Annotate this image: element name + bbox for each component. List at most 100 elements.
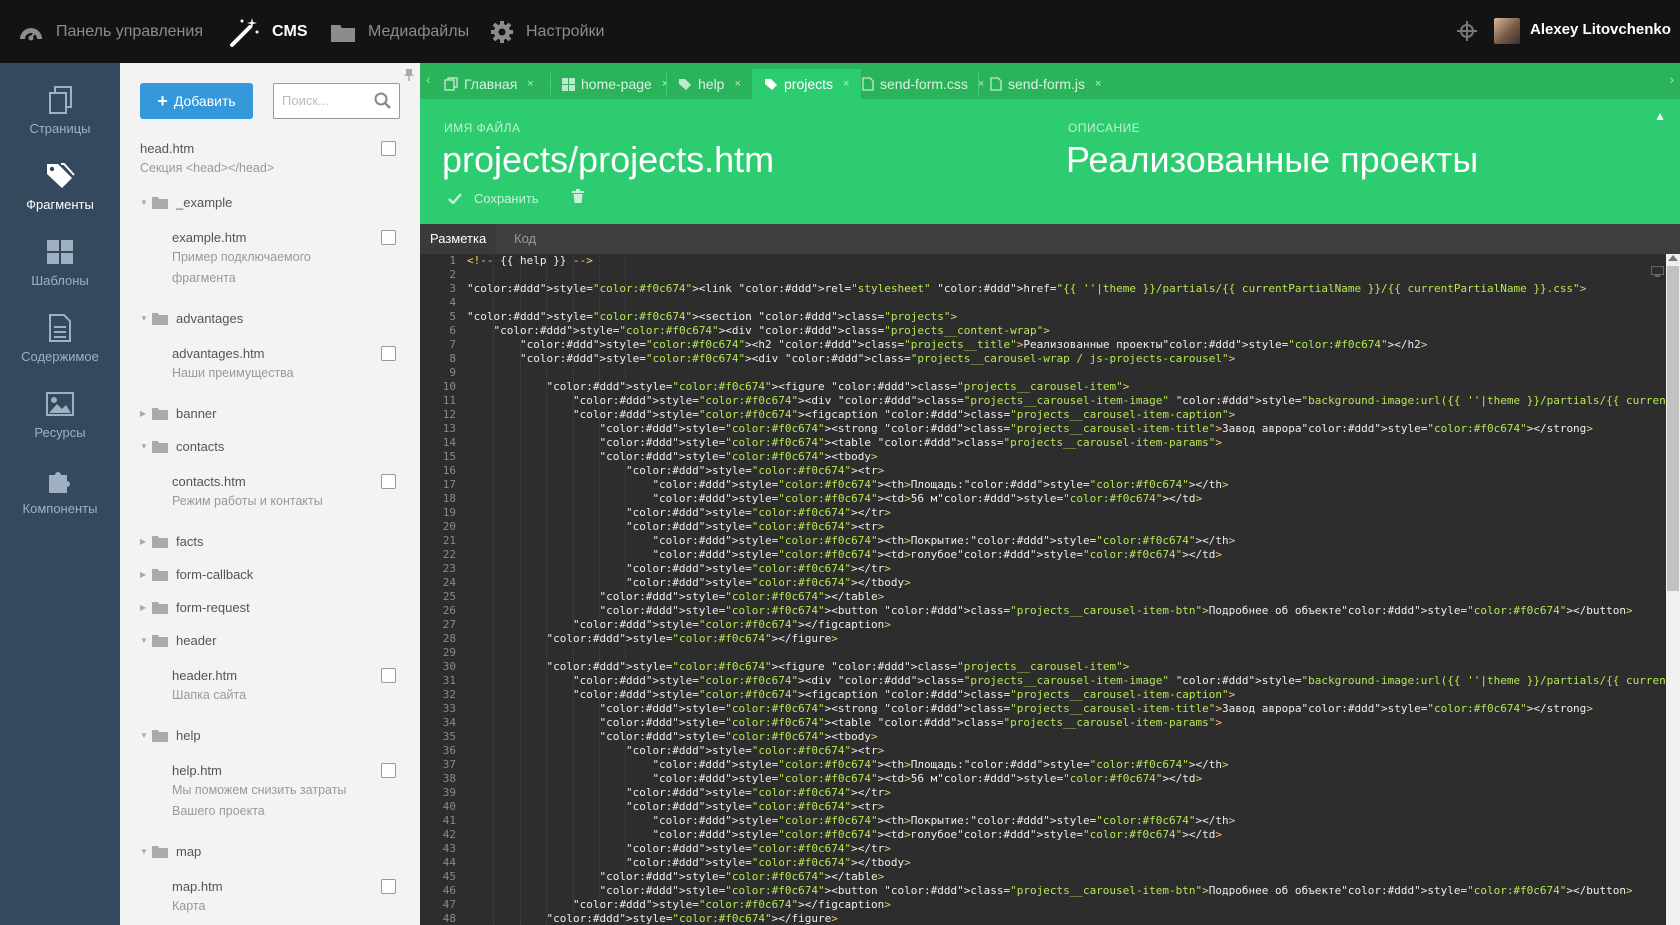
code-line[interactable]: "color:#ddd">style="color:#f0c674"><tbod… xyxy=(467,730,877,744)
leftnav-item-components[interactable]: Компоненты xyxy=(0,465,120,516)
tab-help[interactable]: help × xyxy=(670,69,749,99)
code-line[interactable]: "color:#ddd">style="color:#f0c674"><figu… xyxy=(467,660,1129,674)
close-icon[interactable]: × xyxy=(843,78,849,90)
code-line[interactable]: "color:#ddd">style="color:#f0c674"><div … xyxy=(467,394,1680,408)
leftnav-item-pages[interactable]: Страницы xyxy=(0,85,120,136)
topnav-cms[interactable]: CMS xyxy=(228,0,308,63)
file-name[interactable]: head.htm xyxy=(140,141,194,156)
code-line[interactable]: "color:#ddd">style="color:#f0c674"><sect… xyxy=(467,310,957,324)
description-input[interactable]: Реализованные проекты xyxy=(1066,139,1478,181)
file-name[interactable]: advantages.htm xyxy=(172,346,265,361)
folder-form-callback[interactable]: ▶ form-callback xyxy=(140,567,253,582)
search-icon[interactable] xyxy=(374,92,391,109)
code-line[interactable]: "color:#ddd">style="color:#f0c674"></tbo… xyxy=(467,576,911,590)
file-checkbox[interactable] xyxy=(381,879,396,894)
tab-projects[interactable]: projects × xyxy=(752,69,862,99)
filename-input[interactable]: projects/projects.htm xyxy=(442,139,774,181)
file-checkbox[interactable] xyxy=(381,346,396,361)
topnav-media[interactable]: Медиафайлы xyxy=(330,0,469,63)
user-name[interactable]: Alexey Litovchenko xyxy=(1530,21,1671,38)
code-line[interactable]: "color:#ddd">style="color:#f0c674"></tr> xyxy=(467,786,891,800)
tab-code[interactable]: Код xyxy=(508,224,542,254)
tab-markup[interactable]: Разметка xyxy=(420,224,497,254)
file-name[interactable]: example.htm xyxy=(172,230,246,245)
code-line[interactable]: "color:#ddd">style="color:#f0c674"><stro… xyxy=(467,422,1592,436)
topnav-settings[interactable]: Настройки xyxy=(490,0,604,63)
code-line[interactable]: "color:#ddd">style="color:#f0c674"></fig… xyxy=(467,618,891,632)
code-line[interactable]: "color:#ddd">style="color:#f0c674"></tbo… xyxy=(467,856,911,870)
file-checkbox[interactable] xyxy=(381,141,396,156)
close-icon[interactable]: × xyxy=(1095,78,1101,90)
pin-icon[interactable] xyxy=(403,68,415,82)
code-line[interactable]: "color:#ddd">style="color:#f0c674"><th>П… xyxy=(467,814,1235,828)
code-line[interactable]: "color:#ddd">style="color:#f0c674"></tr> xyxy=(467,562,891,576)
topnav-dashboard[interactable]: Панель управления xyxy=(18,0,203,63)
close-icon[interactable]: × xyxy=(734,78,740,90)
tabs-next-arrow-icon[interactable]: › xyxy=(1669,71,1674,87)
code-line[interactable]: "color:#ddd">style="color:#f0c674"><figc… xyxy=(467,688,1235,702)
code-line[interactable]: "color:#ddd">style="color:#f0c674"><tabl… xyxy=(467,436,1222,450)
minimap-toggle-icon[interactable] xyxy=(1651,266,1664,277)
tab-send-form-js[interactable]: send-form.js × xyxy=(982,69,1109,99)
code-line[interactable]: "color:#ddd">style="color:#f0c674"><td>5… xyxy=(467,772,1202,786)
code-line[interactable]: "color:#ddd">style="color:#f0c674"><div … xyxy=(467,324,1050,338)
leftnav-item-templates[interactable]: Шаблоны xyxy=(0,237,120,288)
code-line[interactable]: <!-- {{ help }} --> xyxy=(467,254,593,268)
code-line[interactable]: "color:#ddd">style="color:#f0c674"></tr> xyxy=(467,842,891,856)
code-line[interactable]: "color:#ddd">style="color:#f0c674"><div … xyxy=(467,352,1235,366)
code-line[interactable]: "color:#ddd">style="color:#f0c674"><div … xyxy=(467,674,1680,688)
code-editor[interactable]: 1 2 3 4 5 6 7 8 9 10 11 12 13 14 15 16 17 18 19 20 21 22 23 24 2… xyxy=(420,254,1680,925)
code-area[interactable]: <!-- {{ help }} --> "color:#ddd">style="c… xyxy=(467,254,1680,925)
collapse-up-icon[interactable]: ▲ xyxy=(1654,109,1666,123)
folder-advantages[interactable]: ▼ advantages xyxy=(140,311,243,326)
file-name[interactable]: header.htm xyxy=(172,668,237,683)
code-line[interactable]: "color:#ddd">style="color:#f0c674"><tbod… xyxy=(467,450,877,464)
file-name[interactable]: help.htm xyxy=(172,763,222,778)
file-checkbox[interactable] xyxy=(381,763,396,778)
folder-example[interactable]: ▼ _example xyxy=(140,195,232,210)
file-checkbox[interactable] xyxy=(381,230,396,245)
tab-home[interactable]: Главная × xyxy=(434,69,544,99)
code-line[interactable]: "color:#ddd">style="color:#f0c674"><stro… xyxy=(467,702,1592,716)
scroll-up-arrow-icon[interactable] xyxy=(1668,255,1678,261)
code-line[interactable]: "color:#ddd">style="color:#f0c674"><h2 "… xyxy=(467,338,1427,352)
tabs-prev-arrow-icon[interactable]: ‹ xyxy=(426,71,431,87)
file-name[interactable]: map.htm xyxy=(172,879,223,894)
move-icon[interactable] xyxy=(1456,20,1478,42)
file-checkbox[interactable] xyxy=(381,474,396,489)
search-input[interactable] xyxy=(282,84,372,116)
file-name[interactable]: contacts.htm xyxy=(172,474,246,489)
folder-map[interactable]: ▼ map xyxy=(140,844,201,859)
avatar[interactable] xyxy=(1494,18,1520,44)
code-line[interactable]: "color:#ddd">style="color:#f0c674"><figu… xyxy=(467,380,1129,394)
save-button[interactable]: Сохранить xyxy=(448,191,539,206)
folder-header[interactable]: ▼ header xyxy=(140,633,216,648)
code-line[interactable]: "color:#ddd">style="color:#f0c674"><butt… xyxy=(467,604,1632,618)
code-line[interactable]: "color:#ddd">style="color:#f0c674"><tr> xyxy=(467,520,884,534)
code-line[interactable]: "color:#ddd">style="color:#f0c674"><th>П… xyxy=(467,478,1228,492)
trash-icon[interactable] xyxy=(572,189,584,203)
code-line[interactable]: "color:#ddd">style="color:#f0c674"><figc… xyxy=(467,408,1235,422)
code-line[interactable]: "color:#ddd">style="color:#f0c674"></tr> xyxy=(467,506,891,520)
tab-home-page[interactable]: home-page × xyxy=(554,69,676,99)
scrollbar-thumb[interactable] xyxy=(1667,266,1679,591)
folder-banner[interactable]: ▶ banner xyxy=(140,406,216,421)
code-line[interactable]: "color:#ddd">style="color:#f0c674"><td>5… xyxy=(467,492,1202,506)
add-button[interactable]: + Добавить xyxy=(140,83,253,119)
code-line[interactable]: "color:#ddd">style="color:#f0c674"><butt… xyxy=(467,884,1632,898)
code-line[interactable]: "color:#ddd">style="color:#f0c674"></fig… xyxy=(467,632,837,646)
folder-contacts[interactable]: ▼ contacts xyxy=(140,439,224,454)
code-line[interactable]: "color:#ddd">style="color:#f0c674"></fig… xyxy=(467,898,891,912)
leftnav-item-resources[interactable]: Ресурсы xyxy=(0,389,120,440)
file-checkbox[interactable] xyxy=(381,668,396,683)
code-line[interactable]: "color:#ddd">style="color:#f0c674"><link… xyxy=(467,282,1586,296)
code-line[interactable]: "color:#ddd">style="color:#f0c674"><td>г… xyxy=(467,548,1222,562)
code-line[interactable]: "color:#ddd">style="color:#f0c674"></fig… xyxy=(467,912,837,925)
tab-send-form-css[interactable]: send-form.css × xyxy=(854,69,992,99)
folder-help[interactable]: ▼ help xyxy=(140,728,201,743)
code-line[interactable]: "color:#ddd">style="color:#f0c674"><tr> xyxy=(467,744,884,758)
code-line[interactable]: "color:#ddd">style="color:#f0c674"><td>г… xyxy=(467,828,1222,842)
leftnav-item-content[interactable]: Содержимое xyxy=(0,313,120,364)
vertical-scrollbar[interactable] xyxy=(1666,254,1680,925)
code-line[interactable]: "color:#ddd">style="color:#f0c674"><tr> xyxy=(467,464,884,478)
